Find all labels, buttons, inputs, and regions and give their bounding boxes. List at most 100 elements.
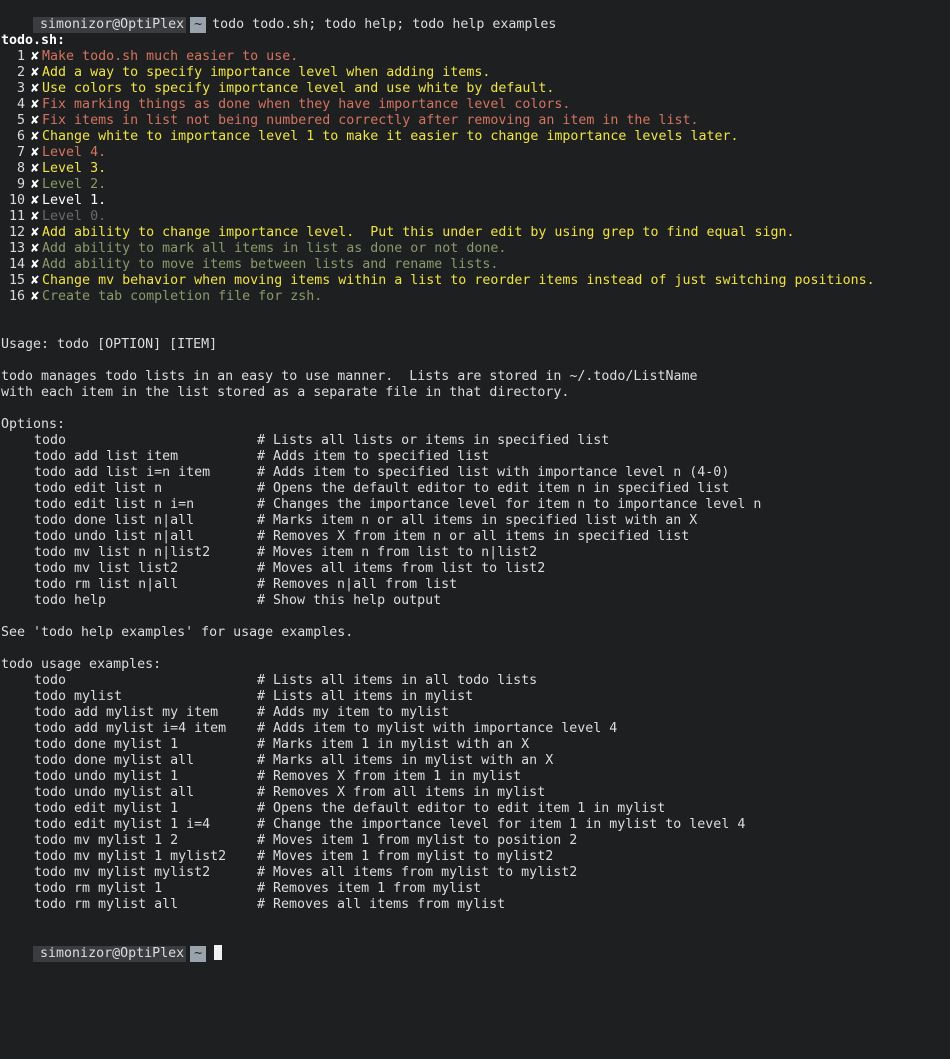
cross-icon: ✘ (31, 81, 40, 96)
option-row: todo add list i=n item # Adds item to spe… (1, 465, 941, 481)
item-text: Level 4. (42, 145, 107, 160)
list-item: 13 ✘ Add ability to mark all items in list… (1, 241, 506, 257)
cross-icon: ✘ (31, 241, 40, 256)
option-command: todo edit list n (34, 481, 163, 496)
item-number: 4 (17, 97, 26, 112)
option-description: # Lists all items in all todo lists (257, 673, 538, 688)
option-row: todo edit list n # Opens the default edit… (1, 481, 941, 497)
option-row: todo mv mylist 1 2 # Moves item 1 from my… (1, 833, 941, 849)
list-item: 5 ✘ Fix items in list not being numbered c… (1, 113, 698, 129)
option-description: # Moves item n from list to n|list2 (257, 545, 538, 560)
option-command: todo done list n|all (34, 513, 195, 528)
list-item: 7 ✘ Level 4. (1, 145, 106, 161)
option-description: # Adds item to specified list (257, 449, 490, 464)
item-number: 14 (9, 257, 26, 272)
item-number: 16 (9, 289, 26, 304)
final-prompt-line[interactable]: simonizor@OptiPlex ~ (1, 929, 223, 962)
command-text: todo todo.sh; todo help; todo help examp… (212, 17, 557, 32)
prompt-user: simonizor@OptiPlex (33, 17, 187, 33)
description-line-2: with each item in the list stored as a s… (1, 385, 570, 400)
item-text: Change mv behavior when moving items wit… (42, 273, 875, 288)
item-text: Level 1. (42, 193, 107, 208)
option-command: todo (34, 433, 67, 448)
option-row: todo add mylist i=4 item # Adds item to m… (1, 721, 941, 737)
option-description: # Removes item 1 from mylist (257, 881, 482, 896)
option-command: todo help (34, 593, 107, 608)
option-command: todo add mylist my item (34, 705, 219, 720)
item-text: Change white to importance level 1 to ma… (42, 129, 739, 144)
list-item: 12 ✘ Add ability to change importance leve… (1, 225, 795, 241)
list-item: 9 ✘ Level 2. (1, 177, 106, 193)
option-description: # Changes the importance level for item … (257, 497, 762, 512)
item-text: Level 2. (42, 177, 107, 192)
option-command: todo done mylist all (34, 753, 195, 768)
option-command: todo mv mylist mylist2 (34, 865, 211, 880)
list-item: 2 ✘ Add a way to specify importance level … (1, 65, 490, 81)
list-item: 10 ✘ Level 1. (1, 193, 106, 209)
prompt-directory: ~ (190, 946, 207, 962)
option-row: todo edit mylist 1 # Opens the default ed… (1, 801, 941, 817)
item-number: 5 (17, 113, 26, 128)
item-number: 2 (17, 65, 26, 80)
option-command: todo mv list n n|list2 (34, 545, 211, 560)
option-description: # Lists all items in mylist (257, 689, 474, 704)
list-item: 14 ✘ Add ability to move items between lis… (1, 257, 498, 273)
option-description: # Opens the default editor to edit item … (257, 801, 666, 816)
item-number: 3 (17, 81, 26, 96)
cross-icon: ✘ (31, 209, 40, 224)
option-description: # Moves item 1 from mylist to position 2 (257, 833, 578, 848)
item-text: Use colors to specify importance level a… (42, 81, 555, 96)
item-text: Create tab completion file for zsh. (42, 289, 323, 304)
prompt-line: simonizor@OptiPlex ~ todo todo.sh; todo he… (1, 1, 556, 33)
option-description: # Adds item to specified list with impor… (257, 465, 730, 480)
list-item: 6 ✘ Change white to importance level 1 to … (1, 129, 739, 145)
option-command: todo rm mylist 1 (34, 881, 163, 896)
option-row: todo edit list n i=n # Changes the import… (1, 497, 941, 513)
examples-title: todo usage examples: (1, 657, 162, 672)
cross-icon: ✘ (31, 193, 40, 208)
option-row: todo mv mylist 1 mylist2 # Moves item 1 f… (1, 849, 941, 865)
cross-icon: ✘ (31, 65, 40, 80)
option-description: # Change the importance level for item 1… (257, 817, 746, 832)
option-description: # Opens the default editor to edit item … (257, 481, 730, 496)
option-description: # Removes X from item n or all items in … (257, 529, 690, 544)
option-command: todo edit mylist 1 i=4 (34, 817, 211, 832)
option-description: # Removes X from all items in mylist (257, 785, 546, 800)
option-command: todo undo list n|all (34, 529, 195, 544)
option-command: todo undo mylist all (34, 785, 195, 800)
option-command: todo add list i=n item (34, 465, 211, 480)
option-command: todo mylist (34, 689, 123, 704)
option-command: todo undo mylist 1 (34, 769, 179, 784)
cross-icon: ✘ (31, 225, 40, 240)
item-text: Make todo.sh much easier to use. (42, 49, 299, 64)
option-description: # Removes all items from mylist (257, 897, 506, 912)
cross-icon: ✘ (31, 97, 40, 112)
option-row: todo mv list list2 # Moves all items from… (1, 561, 941, 577)
list-item: 1 ✘ Make todo.sh much easier to use. (1, 49, 298, 65)
option-row: todo # Lists all lists or items in specif… (1, 433, 941, 449)
option-row: todo mv list n n|list2 # Moves item n fro… (1, 545, 941, 561)
option-description: # Adds my item to mylist (257, 705, 450, 720)
option-row: todo done mylist 1 # Marks item 1 in myli… (1, 737, 941, 753)
cross-icon: ✘ (31, 161, 40, 176)
terminal-window[interactable]: simonizor@OptiPlex ~ todo todo.sh; todo he… (0, 0, 950, 1059)
option-row: todo # Lists all items in all todo lists (1, 673, 941, 689)
cross-icon: ✘ (31, 113, 40, 128)
item-number: 12 (9, 225, 26, 240)
item-text: Add ability to move items between lists … (42, 257, 499, 272)
cross-icon: ✘ (31, 257, 40, 272)
option-row: todo rm mylist 1 # Removes item 1 from my… (1, 881, 941, 897)
options-title: Options: (1, 417, 66, 432)
item-number: 15 (9, 273, 26, 288)
cross-icon: ✘ (31, 49, 40, 64)
option-description: # Marks item 1 in mylist with an X (257, 737, 530, 752)
item-text: Fix items in list not being numbered cor… (42, 113, 699, 128)
option-command: todo (34, 673, 67, 688)
item-number: 8 (17, 161, 26, 176)
list-item: 8 ✘ Level 3. (1, 161, 106, 177)
item-number: 1 (17, 49, 26, 64)
usage-line: Usage: todo [OPTION] [ITEM] (1, 337, 218, 352)
option-row: todo done mylist all # Marks all items in… (1, 753, 941, 769)
item-number: 7 (17, 145, 26, 160)
item-number: 10 (9, 193, 26, 208)
